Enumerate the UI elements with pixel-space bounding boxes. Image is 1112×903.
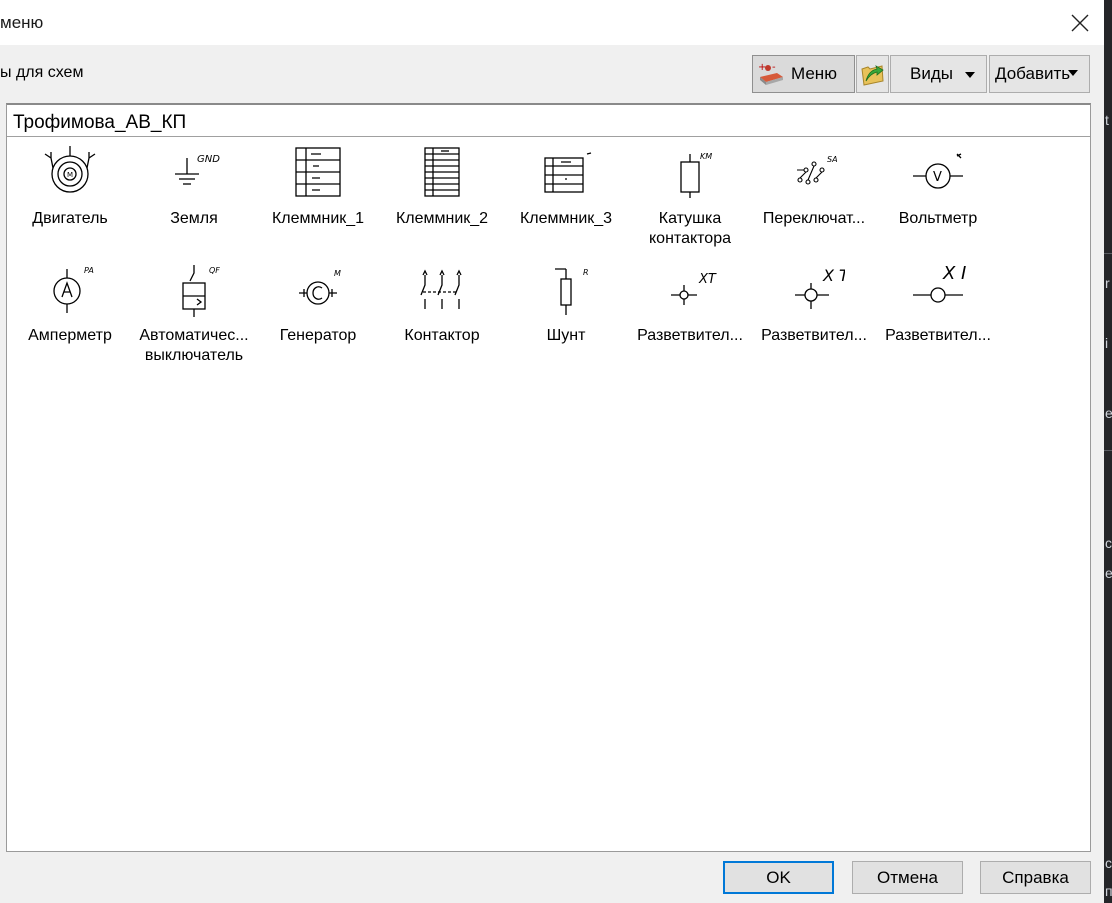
menu-button[interactable]: + - Меню: [752, 55, 855, 93]
terminal-block-icon: [544, 152, 592, 193]
ground-icon: GND: [175, 154, 220, 185]
switch-icon: SA: [797, 155, 838, 185]
open-folder-button[interactable]: [856, 55, 889, 93]
component-label: Шунт: [546, 327, 586, 344]
component-label: Клеммник_1: [271, 210, 365, 227]
component-contactor-coil[interactable]: KM Катушка контактора: [628, 142, 752, 254]
menu-add-icon: + -: [758, 62, 783, 85]
add-dropdown-label: Добавить: [995, 64, 1071, 83]
components-dialog: меню ы для схем + - Меню Виды Добавить Т…: [0, 0, 1104, 903]
folder-arrow-icon: [860, 65, 884, 86]
component-splitter-2[interactable]: X T Разветвител...: [752, 259, 876, 371]
component-shunt[interactable]: R Шунт: [504, 259, 628, 371]
svg-text:XT: XT: [698, 272, 717, 287]
component-splitter-3[interactable]: X I Разветвител...: [876, 259, 1000, 371]
component-label: Переключат...: [762, 210, 866, 227]
svg-text:M: M: [67, 171, 73, 179]
background-char: e: [1105, 405, 1112, 421]
svg-text:R: R: [583, 268, 589, 277]
background-divider: [1104, 450, 1112, 451]
component-label: Вольтметр: [898, 210, 978, 227]
contactor-icon: [420, 269, 462, 309]
background-char: c: [1105, 535, 1112, 551]
component-label: Контактор: [404, 327, 480, 344]
svg-text:PA: PA: [84, 266, 94, 275]
component-ground[interactable]: GND Земля: [132, 142, 256, 254]
splitter-icon: X I: [913, 263, 966, 303]
toolbar-label: ы для схем: [0, 64, 84, 81]
panel-header: Трофимова_АВ_КП: [7, 105, 1090, 137]
terminal-block-icon: [295, 147, 341, 197]
coil-icon: KM: [680, 152, 712, 198]
component-label: Разветвител...: [761, 327, 867, 344]
close-button[interactable]: [1058, 5, 1102, 41]
component-label: контактора: [649, 230, 731, 247]
background-char: e: [1105, 565, 1112, 581]
cancel-button[interactable]: Отмена: [852, 861, 963, 894]
component-contactor[interactable]: Контактор: [380, 259, 504, 371]
ammeter-icon: PA: [53, 266, 94, 313]
component-label: Катушка: [658, 210, 722, 227]
splitter-icon: XT: [671, 272, 717, 305]
close-icon: [1071, 14, 1089, 32]
splitter-icon: X T: [795, 266, 845, 309]
title-bar: меню: [0, 0, 1104, 45]
svg-text:X T: X T: [822, 266, 845, 285]
background-char: r: [1105, 275, 1110, 291]
add-dropdown[interactable]: Добавить: [989, 55, 1090, 93]
component-label: Земля: [170, 210, 218, 227]
component-label: Клеммник_3: [519, 210, 613, 227]
help-button[interactable]: Справка: [980, 861, 1091, 894]
component-label: Клеммник_2: [395, 210, 489, 227]
svg-text:X I: X I: [942, 263, 966, 284]
svg-text:-: -: [772, 62, 776, 73]
svg-text:QF: QF: [209, 266, 220, 275]
component-label: Автоматичес...: [139, 327, 249, 344]
component-label: Генератор: [279, 327, 357, 344]
chevron-down-icon: [965, 72, 975, 78]
svg-text:GND: GND: [197, 154, 220, 165]
svg-text:M: M: [334, 269, 341, 278]
component-generator[interactable]: M Генератор: [256, 259, 380, 371]
voltmeter-icon: V: [913, 153, 963, 189]
ok-button[interactable]: OK: [723, 861, 834, 894]
panel-title: Трофимова_АВ_КП: [13, 112, 187, 133]
motor-icon: M: [44, 146, 96, 193]
components-panel: Трофимова_АВ_КП M Двигатель GND Земля Кл…: [6, 103, 1091, 852]
component-terminal-2[interactable]: Клеммник_2: [380, 142, 504, 254]
background-divider: [1104, 253, 1112, 254]
component-label: Амперметр: [28, 327, 112, 344]
background-char: i: [1105, 335, 1109, 351]
component-label: Двигатель: [32, 210, 108, 227]
component-circuit-breaker[interactable]: QF Автоматичес... выключатель: [132, 259, 256, 371]
background-char: п: [1105, 883, 1112, 899]
svg-text:KM: KM: [700, 152, 712, 161]
background-char: t: [1105, 112, 1109, 128]
background-app-strip: t r i e c e c п: [1104, 0, 1112, 903]
generator-icon: M: [299, 269, 341, 305]
menu-button-label: Меню: [791, 64, 837, 83]
component-splitter-1[interactable]: XT Разветвител...: [628, 259, 752, 371]
component-terminal-3[interactable]: Клеммник_3: [504, 142, 628, 254]
terminal-block-icon: [424, 147, 460, 197]
component-voltmeter[interactable]: V Вольтметр: [876, 142, 1000, 254]
component-label: Разветвител...: [637, 327, 743, 344]
component-label: выключатель: [144, 347, 244, 364]
window-title: меню: [0, 13, 44, 32]
component-motor[interactable]: M Двигатель: [8, 142, 132, 254]
views-dropdown[interactable]: Виды: [890, 55, 987, 93]
component-terminal-1[interactable]: Клеммник_1: [256, 142, 380, 254]
component-label: Разветвител...: [885, 327, 991, 344]
svg-text:SA: SA: [827, 155, 838, 164]
component-switch[interactable]: SA Переключат...: [752, 142, 876, 254]
shunt-icon: R: [555, 268, 589, 315]
background-char: c: [1105, 855, 1112, 871]
circuit-breaker-icon: QF: [182, 265, 220, 317]
component-ammeter[interactable]: PA Амперметр: [8, 259, 132, 371]
svg-text:V: V: [933, 170, 942, 185]
chevron-down-icon: [1068, 70, 1078, 76]
views-dropdown-label: Виды: [910, 64, 953, 83]
